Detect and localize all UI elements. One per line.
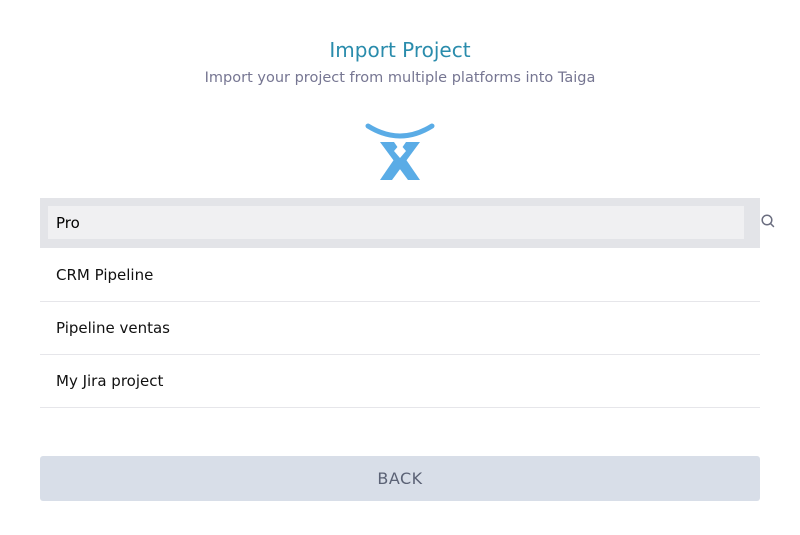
list-item[interactable]: CRM Pipeline — [40, 249, 760, 302]
search-button[interactable] — [744, 206, 792, 239]
list-item[interactable]: Pipeline ventas — [40, 302, 760, 355]
back-button[interactable]: BACK — [40, 456, 760, 501]
project-results-list: CRM Pipeline Pipeline ventas My Jira pro… — [40, 249, 760, 408]
search-input[interactable] — [48, 206, 744, 239]
import-project-page: Import Project Import your project from … — [0, 0, 800, 535]
list-item[interactable]: My Jira project — [40, 355, 760, 408]
page-subtitle: Import your project from multiple platfo… — [204, 70, 596, 86]
atlassian-jira-icon — [364, 118, 436, 184]
search-icon — [760, 213, 776, 233]
page-title: Import Project — [329, 38, 471, 62]
search-bar — [40, 198, 775, 248]
